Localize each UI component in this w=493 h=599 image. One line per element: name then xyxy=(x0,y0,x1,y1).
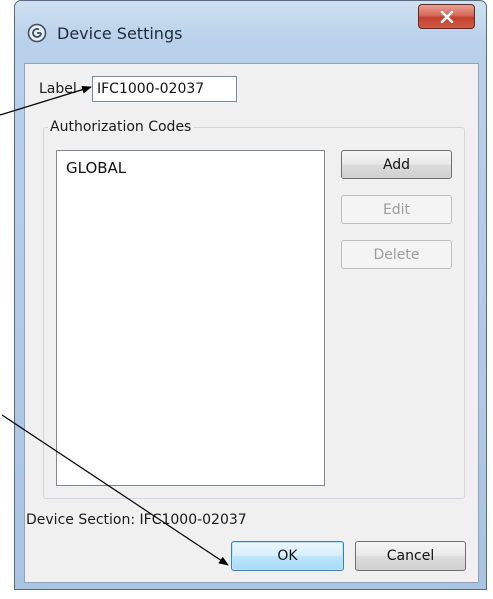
arrow-to-label-field xyxy=(0,85,92,116)
annotation-arrows xyxy=(0,85,229,566)
arrow-to-ok-button xyxy=(1,414,229,566)
